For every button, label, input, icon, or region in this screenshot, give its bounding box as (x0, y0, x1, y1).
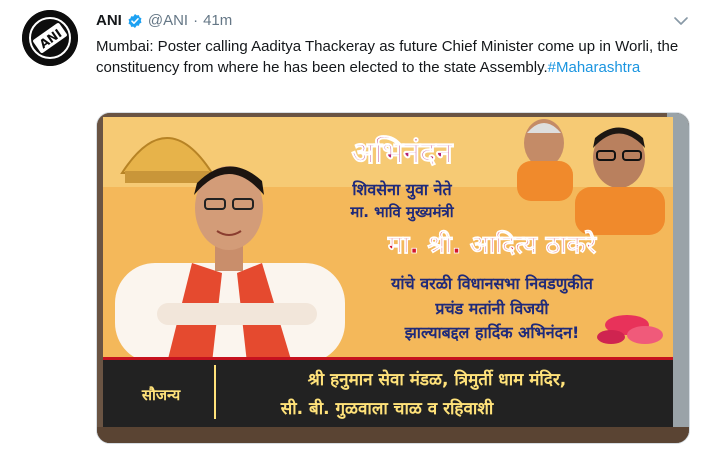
author-name[interactable]: ANI (96, 12, 122, 30)
poster-name: मा. श्री. आदित्य ठाकरे (387, 230, 598, 259)
poster-line-4: यांचे वरळी विधानसभा निवडणुकीत (390, 274, 594, 294)
poster-image: अभिनंदन शिवसेना युवा नेते मा. भावि मुख्य… (97, 113, 689, 443)
chevron-down-icon[interactable] (672, 12, 690, 30)
timestamp[interactable]: 41m (203, 12, 232, 30)
poster-sponsor-2: सी. बी. गुळवाला चाळ व रहिवाशी (280, 398, 494, 419)
tweet-media-image[interactable]: अभिनंदन शिवसेना युवा नेते मा. भावि मुख्य… (96, 112, 690, 444)
tweet-text: Mumbai: Poster calling Aaditya Thackeray… (96, 36, 696, 78)
poster-line-5: प्रचंड मतांनी विजयी (434, 299, 549, 318)
poster-line-6: झाल्याबद्दल हार्दिक अभिनंदन! (404, 323, 580, 342)
avatar[interactable]: ANI (22, 10, 78, 66)
hashtag-link[interactable]: #Maharashtra (548, 59, 641, 76)
poster-line-2: मा. भावि मुख्यमंत्री (349, 203, 454, 222)
poster-line-1: शिवसेना युवा नेते (351, 180, 452, 200)
separator-dot: · (193, 12, 199, 29)
author-handle[interactable]: @ANI (148, 12, 188, 30)
tweet-header: ANI @ANI · 41m (96, 12, 232, 30)
poster-header-script: अभिनंदन (351, 135, 453, 171)
verified-badge-icon (128, 14, 142, 28)
ani-logo-icon: ANI (22, 10, 78, 66)
poster-courtesy: सौजन्य (141, 386, 182, 404)
poster-sponsor-1: श्री हनुमान सेवा मंडळ, त्रिमुर्ती धाम मं… (307, 369, 566, 390)
